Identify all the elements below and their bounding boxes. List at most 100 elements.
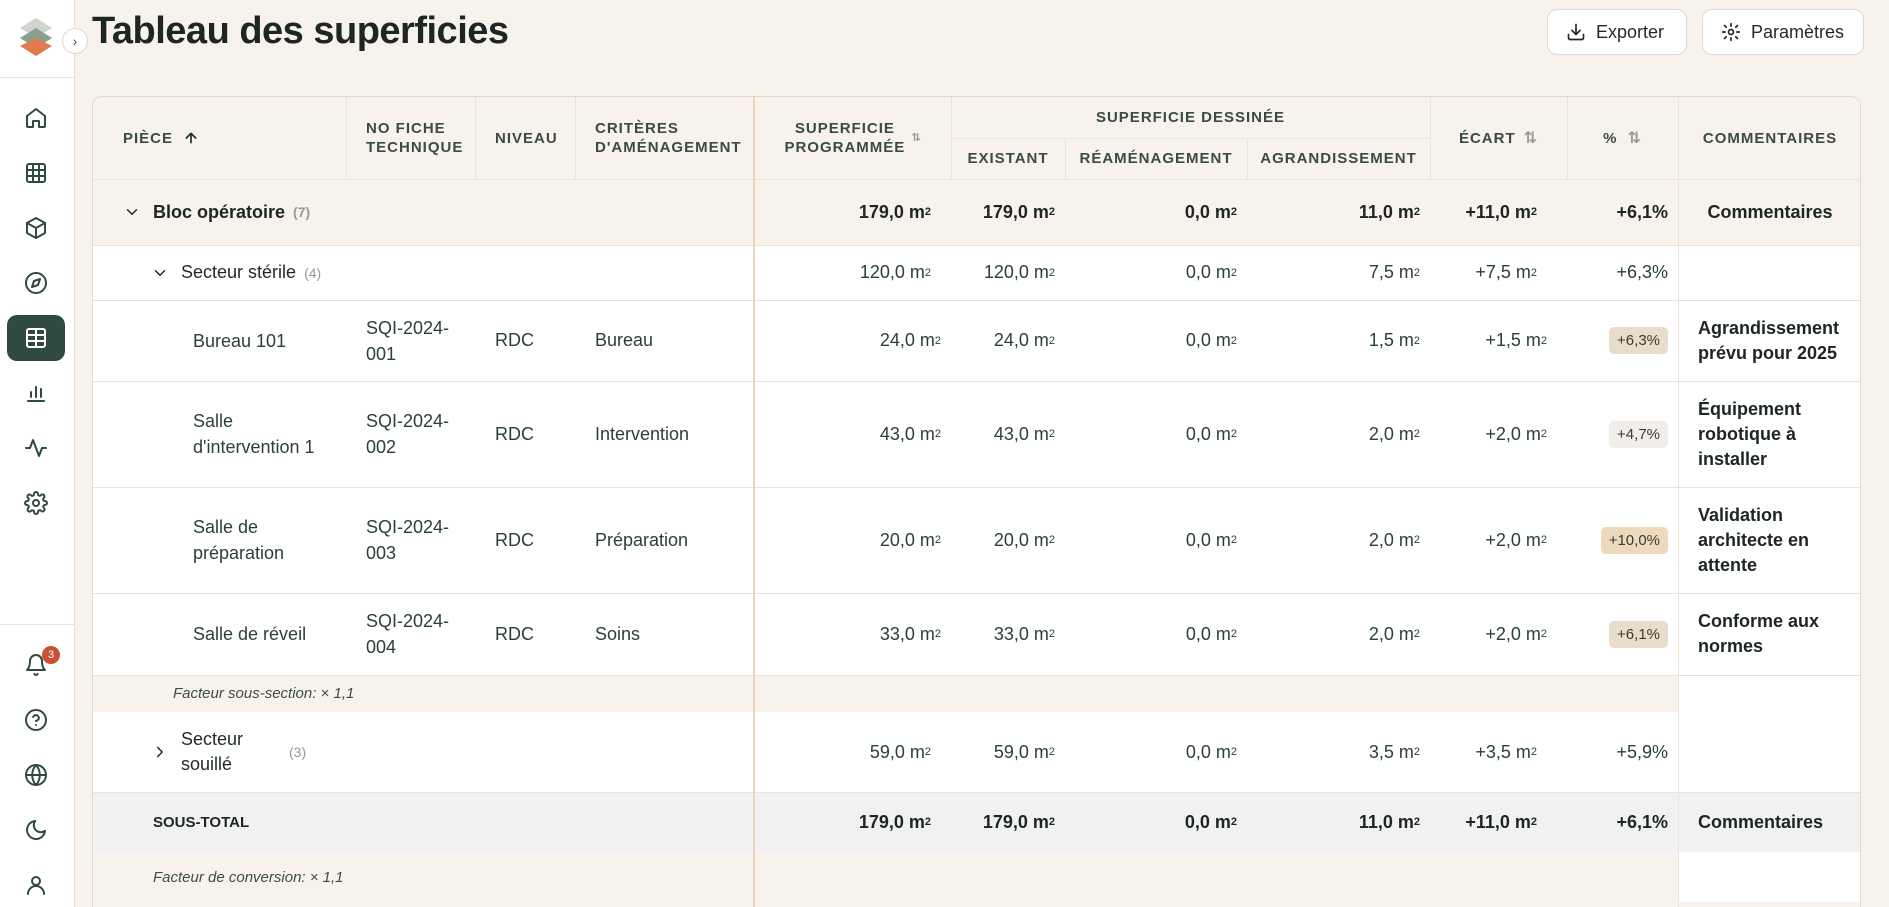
sector-row-souille[interactable]: Secteur souillé (3) bbox=[151, 712, 411, 792]
row-pct: +6,3% bbox=[1567, 300, 1668, 381]
value: +3,5 m bbox=[1475, 741, 1531, 762]
col-header-ecart[interactable]: ÉCART ⇅ bbox=[1430, 97, 1567, 179]
sector1-pct: +6,3% bbox=[1616, 262, 1668, 282]
nav-settings[interactable] bbox=[7, 480, 65, 526]
value: 20,0 m bbox=[993, 529, 1049, 550]
row-comment[interactable]: Agrandissement prévu pour 2025 bbox=[1698, 300, 1860, 381]
pct-badge: +10,0% bbox=[1600, 526, 1668, 554]
chevron-down-icon[interactable] bbox=[151, 264, 169, 282]
nav-grid[interactable] bbox=[7, 150, 65, 196]
row-comment[interactable]: Validation architecte en attente bbox=[1698, 487, 1860, 593]
app-logo bbox=[20, 18, 52, 56]
value: 0,0 m bbox=[1185, 330, 1231, 350]
notification-badge: 3 bbox=[42, 646, 60, 664]
cube-icon bbox=[26, 217, 46, 239]
row-agrandissement: 2,0 m2 bbox=[1368, 529, 1420, 550]
value: 0,0 m bbox=[1184, 811, 1231, 832]
gear-icon bbox=[24, 491, 48, 515]
bar-chart-icon bbox=[27, 386, 45, 402]
row-existant: 33,0 m2 bbox=[993, 623, 1055, 644]
col-header-criteres[interactable]: CRITÈRES D'AMÉNAGEMENT bbox=[595, 97, 753, 179]
sidebar-divider bbox=[0, 624, 75, 625]
group-pct: +6,1% bbox=[1616, 201, 1668, 222]
group-ecart: +11,0 m2 bbox=[1465, 201, 1537, 222]
row-criteres: Préparation bbox=[595, 529, 689, 550]
sidebar-collapse-button[interactable]: › bbox=[62, 28, 88, 54]
nav-charts[interactable] bbox=[7, 370, 65, 416]
col-header-commentaires: COMMENTAIRES bbox=[1702, 129, 1838, 147]
sort-icon: ⇅ bbox=[911, 131, 922, 144]
row-criteres: Soins bbox=[595, 623, 641, 644]
globe-icon bbox=[25, 764, 47, 786]
sector2-agrandissement: 3,5 m2 bbox=[1368, 741, 1420, 762]
value: +1,5 m bbox=[1485, 330, 1541, 350]
chevron-right-icon[interactable] bbox=[151, 743, 169, 761]
row-comment[interactable]: Conforme aux normes bbox=[1698, 593, 1860, 675]
sidebar-divider bbox=[0, 77, 75, 78]
col-divider bbox=[346, 97, 347, 179]
row-comment[interactable]: Équipement robotique à installer bbox=[1698, 381, 1860, 487]
nav-activity[interactable] bbox=[7, 425, 65, 471]
nav-dark-mode[interactable] bbox=[7, 807, 65, 853]
group-row-bloc[interactable]: Bloc opératoire (7) bbox=[123, 179, 723, 245]
group-comment[interactable]: Commentaires bbox=[1678, 179, 1860, 245]
nav-help[interactable] bbox=[7, 697, 65, 743]
user-icon bbox=[27, 876, 45, 895]
sort-icon: ⇅ bbox=[1627, 129, 1642, 147]
value: 43,0 m bbox=[993, 423, 1049, 444]
row-niveau: RDC bbox=[495, 330, 534, 350]
nav-table[interactable] bbox=[7, 315, 65, 361]
value: 59,0 m bbox=[869, 741, 925, 762]
row-existant: 20,0 m2 bbox=[993, 529, 1055, 550]
col-header-piece-label: PIÈCE bbox=[123, 129, 174, 147]
row-piece[interactable]: Salle de préparation bbox=[193, 487, 343, 593]
nav-notifications[interactable]: 3 bbox=[7, 642, 65, 688]
row-piece[interactable]: Salle d'intervention 1 bbox=[193, 381, 343, 487]
value: 1,5 m bbox=[1368, 330, 1414, 350]
nav-3d[interactable] bbox=[7, 205, 65, 251]
value: 2,0 m bbox=[1368, 423, 1414, 444]
row-fiche: SQI-2024- 002 bbox=[366, 411, 450, 457]
value: +2,0 m bbox=[1485, 423, 1541, 444]
value: 2,0 m bbox=[1368, 623, 1414, 644]
nav-profile[interactable] bbox=[7, 862, 65, 907]
col-header-fiche[interactable]: NO FICHE TECHNIQUE bbox=[366, 97, 476, 179]
row-niveau: RDC bbox=[495, 529, 534, 550]
chevron-down-icon[interactable] bbox=[123, 203, 141, 221]
sector-row-sterile[interactable]: Secteur stérile (4) bbox=[151, 245, 711, 300]
row-piece[interactable]: Salle de réveil bbox=[193, 593, 343, 675]
row-fiche: SQI-2024- 004 bbox=[366, 611, 450, 657]
row-reamenagement: 0,0 m2 bbox=[1185, 423, 1237, 444]
sector2-pct: +5,9% bbox=[1616, 741, 1668, 762]
row-ecart: +2,0 m2 bbox=[1485, 623, 1547, 644]
nav-explore[interactable] bbox=[7, 260, 65, 306]
row-niveau: RDC bbox=[495, 423, 534, 444]
nav-language[interactable] bbox=[7, 752, 65, 798]
col-header-agrandissement[interactable]: AGRANDISSEMENT bbox=[1247, 138, 1430, 179]
col-header-programmee[interactable]: SUPERFICIE PROGRAMMÉE ⇅ bbox=[755, 97, 951, 179]
nav-home[interactable] bbox=[7, 95, 65, 141]
value: +2,0 m bbox=[1485, 623, 1541, 644]
col-header-piece[interactable]: PIÈCE bbox=[123, 97, 343, 179]
group-existant: 179,0 m2 bbox=[982, 201, 1055, 222]
col-header-dessinee: SUPERFICIE DESSINÉE bbox=[1095, 109, 1286, 126]
value: 43,0 m bbox=[879, 423, 935, 444]
compass-icon bbox=[25, 272, 47, 294]
subtotal-comment[interactable]: Commentaires bbox=[1698, 792, 1860, 852]
col-header-ecart-label: ÉCART bbox=[1458, 129, 1516, 147]
col-header-reamenagement[interactable]: RÉAMÉNAGEMENT bbox=[1065, 138, 1247, 179]
sector1-programmee: 120,0 m2 bbox=[859, 262, 931, 282]
export-button[interactable]: Exporter bbox=[1547, 9, 1687, 55]
row-ecart: +2,0 m2 bbox=[1485, 529, 1547, 550]
pct-badge: +6,3% bbox=[1609, 327, 1668, 354]
row-agrandissement: 1,5 m2 bbox=[1368, 330, 1420, 350]
group-agrandissement: 11,0 m2 bbox=[1358, 201, 1420, 222]
col-header-pct[interactable]: % ⇅ bbox=[1567, 97, 1678, 179]
value: 179,0 m bbox=[982, 201, 1049, 222]
col-header-niveau[interactable]: NIVEAU bbox=[495, 97, 575, 179]
sector-count: (4) bbox=[304, 264, 322, 281]
settings-button[interactable]: Paramètres bbox=[1702, 9, 1864, 55]
row-piece[interactable]: Bureau 101 bbox=[193, 300, 343, 381]
sort-asc-icon bbox=[185, 132, 197, 144]
col-header-existant[interactable]: EXISTANT bbox=[951, 138, 1065, 179]
